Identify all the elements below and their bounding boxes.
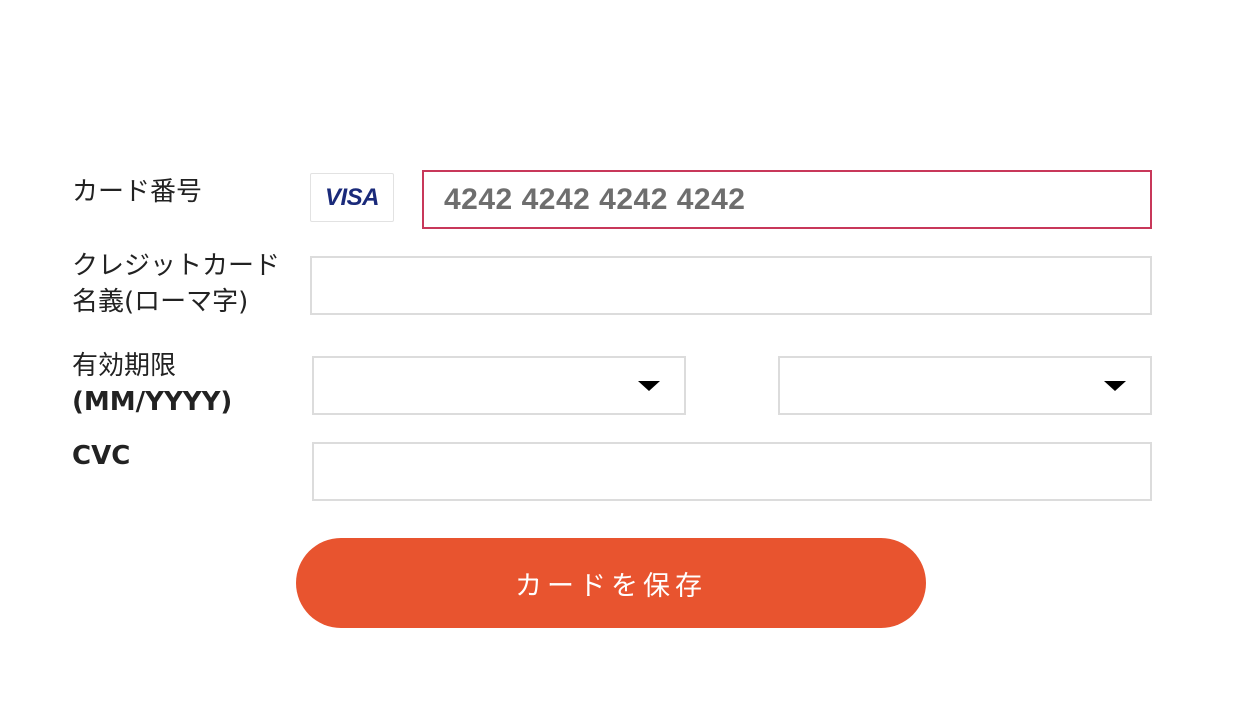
expiry-month-select[interactable]: [312, 356, 686, 415]
card-number-label: カード番号: [72, 177, 203, 207]
expiry-label-line2: (MM/YYYY): [72, 387, 233, 417]
cvc-label: CVC: [72, 441, 131, 471]
card-number-value: 4242 4242 4242 4242: [444, 182, 746, 216]
cardholder-name-label-line1: クレジットカード: [72, 251, 281, 281]
cardholder-name-label: クレジットカード 名義(ローマ字): [72, 248, 280, 320]
card-number-input[interactable]: 4242 4242 4242 4242: [422, 170, 1152, 229]
cardholder-name-input[interactable]: [310, 256, 1152, 315]
cardholder-name-label-line2: 名義(ローマ字): [72, 287, 249, 317]
expiry-year-select[interactable]: [778, 356, 1152, 415]
save-card-button[interactable]: カードを保存: [296, 538, 926, 628]
chevron-down-icon: [1104, 381, 1126, 391]
cvc-input[interactable]: [312, 442, 1152, 501]
expiry-label-line1: 有効期限: [72, 351, 177, 381]
expiry-label: 有効期限 (MM/YYYY): [72, 348, 232, 420]
visa-logo-icon: VISA: [310, 173, 394, 222]
chevron-down-icon: [638, 381, 660, 391]
